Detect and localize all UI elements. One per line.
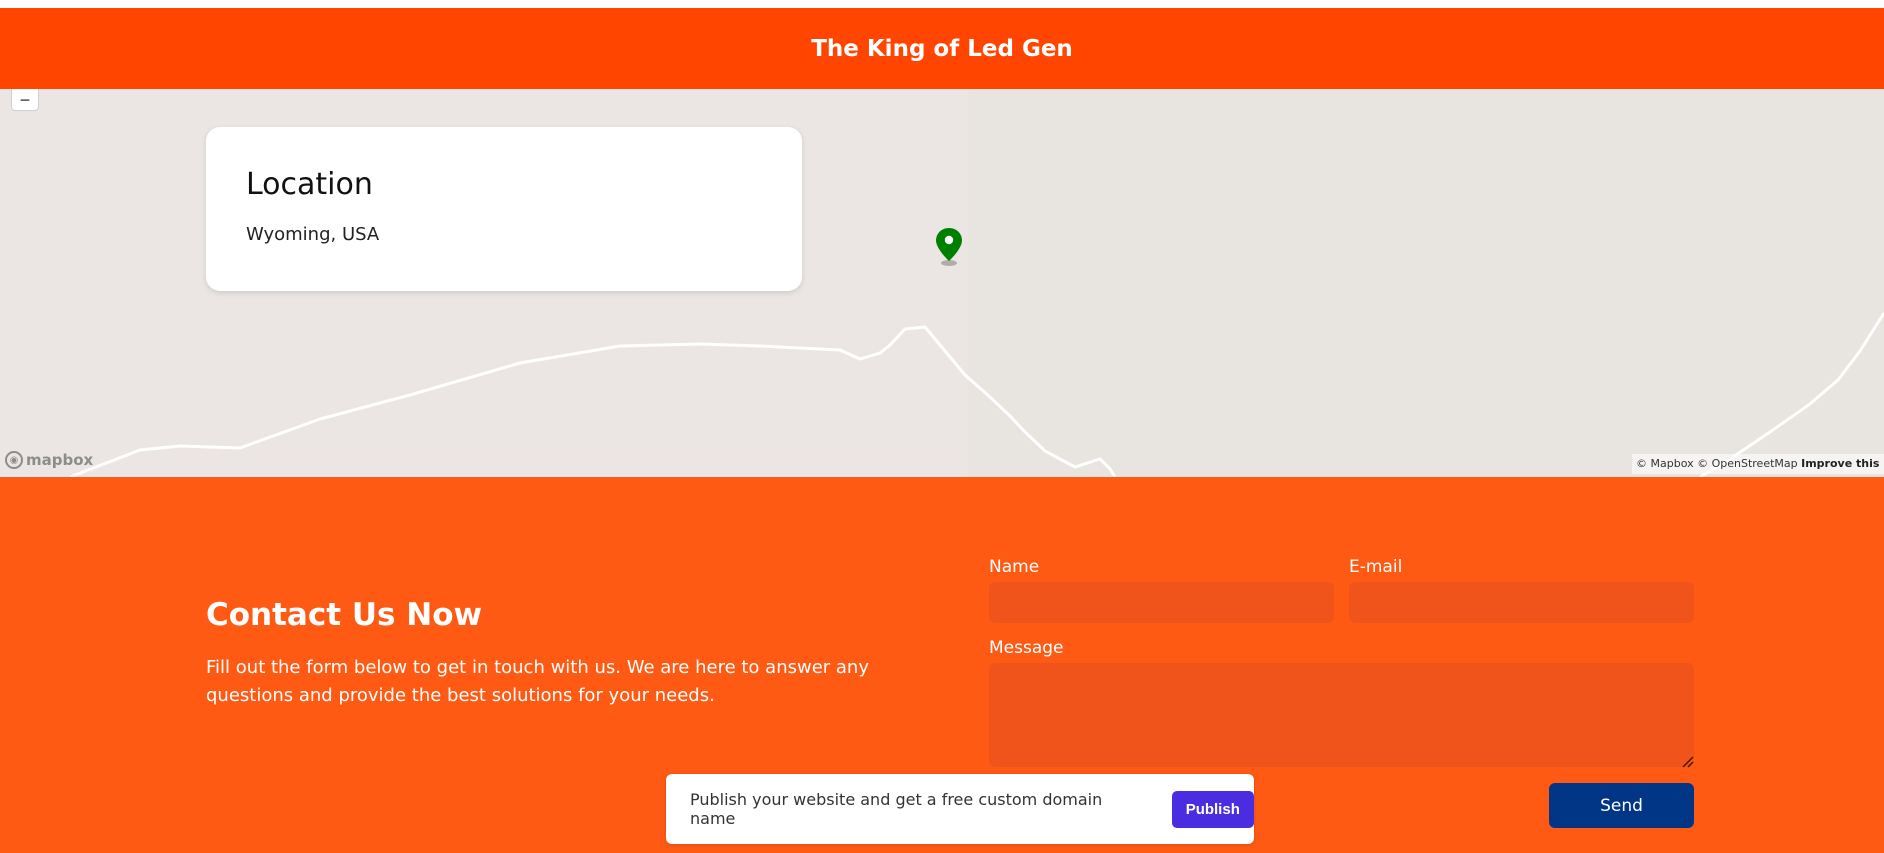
site-header: The King of Led Gen <box>0 8 1884 89</box>
location-card: Location Wyoming, USA <box>206 127 802 291</box>
map-attribution: © Mapbox © OpenStreetMap Improve this ma… <box>1632 454 1884 474</box>
contact-title: Contact Us Now <box>206 597 483 633</box>
mapbox-logo-text: mapbox <box>26 451 94 469</box>
name-input[interactable] <box>989 582 1334 623</box>
email-input[interactable] <box>1349 582 1694 623</box>
publish-banner-text: Publish your website and get a free cust… <box>690 790 1103 828</box>
mapbox-logo[interactable]: ◉ mapbox <box>5 451 93 469</box>
resize-grip-icon[interactable] <box>1680 754 1694 768</box>
location-address: Wyoming, USA <box>246 224 380 245</box>
publish-button[interactable]: Publish <box>1171 790 1254 828</box>
attribution-improve-link[interactable]: Improve this map <box>1801 457 1884 470</box>
attribution-mapbox-link[interactable]: © Mapbox <box>1636 457 1694 470</box>
map[interactable]: − Location Wyoming, USA ◉ mapbox © Mapbo… <box>0 89 1884 477</box>
email-label: E-mail <box>1349 557 1403 577</box>
send-button[interactable]: Send <box>1549 783 1694 828</box>
attribution-osm-link[interactable]: © OpenStreetMap <box>1697 457 1798 470</box>
zoom-out-button[interactable]: − <box>11 89 39 111</box>
message-textarea[interactable] <box>989 663 1694 767</box>
name-label: Name <box>989 557 1040 577</box>
location-title: Location <box>246 167 373 202</box>
publish-banner: Publish your website and get a free cust… <box>666 774 1254 844</box>
contact-description: Fill out the form below to get in touch … <box>206 657 869 706</box>
map-marker-icon[interactable] <box>935 227 963 267</box>
mapbox-logo-icon: ◉ <box>5 451 23 469</box>
site-title: The King of Led Gen <box>811 35 1073 62</box>
message-label: Message <box>989 638 1064 658</box>
